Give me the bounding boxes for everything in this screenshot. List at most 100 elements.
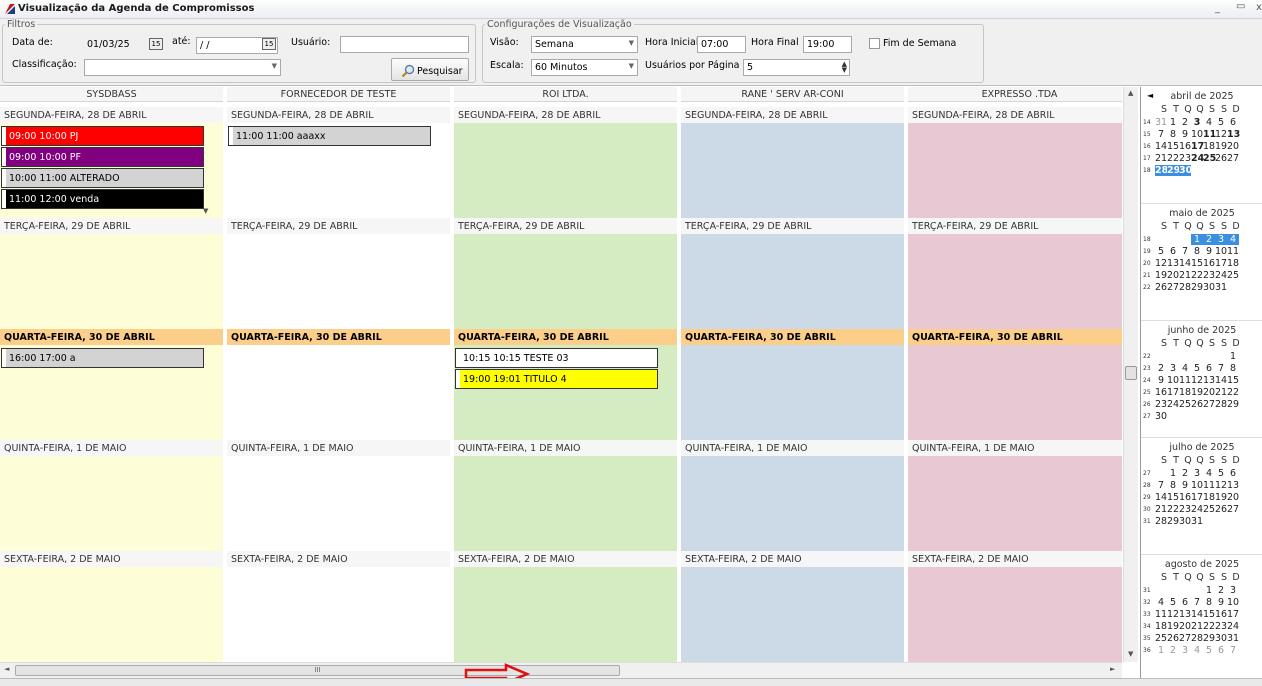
scroll-left-icon[interactable]: ◄ [4,665,9,673]
calendar-day[interactable]: 19 [1215,141,1227,152]
calendar-day[interactable]: 16 [1203,258,1215,269]
calendar-day[interactable]: 5 [1215,117,1227,128]
calendar-day[interactable]: 8 [1191,246,1203,257]
classificacao-select[interactable]: ▼ [84,59,281,76]
calendar-day[interactable]: 20 [1227,492,1239,503]
calendar-day[interactable]: 4 [1155,597,1167,608]
calendar-day[interactable]: 30 [1179,516,1191,527]
calendar-day[interactable]: 29 [1227,399,1239,410]
calendar-day[interactable]: 13 [1227,480,1239,491]
calendar-day[interactable]: 25 [1203,153,1216,164]
calendar-day[interactable]: 19 [1155,270,1167,281]
calendar-day[interactable]: 26 [1215,504,1227,515]
day-cell[interactable] [227,234,450,329]
calendar-day[interactable]: 31 [1191,516,1203,527]
calendar-day[interactable]: 28 [1179,282,1191,293]
calendar-day[interactable]: 7 [1155,129,1167,140]
calendar-day[interactable]: 20 [1227,141,1239,152]
calendar-day[interactable]: 22 [1167,153,1179,164]
calendar-day[interactable]: 3 [1227,585,1239,596]
usuarios-pagina-stepper[interactable]: 5 ▲ ▼ [743,59,850,76]
maximize-button[interactable]: ▭ [1236,1,1245,12]
calendar-day[interactable]: 29 [1167,165,1180,176]
column-header[interactable]: ROI LTDA. [454,87,677,102]
hora-final-input[interactable]: 19:00 [803,36,852,53]
hora-inicial-input[interactable]: 07:00 [697,36,746,53]
calendar-day[interactable]: 20 [1179,621,1191,632]
day-cell[interactable] [0,567,223,662]
calendar-icon[interactable]: 15 [262,38,276,50]
calendar-day[interactable]: 28 [1155,165,1168,176]
calendar-day[interactable]: 28 [1155,516,1167,527]
calendar-day[interactable]: 31 [1155,117,1167,128]
calendar-day[interactable]: 25 [1227,270,1239,281]
calendar-day[interactable]: 26 [1167,633,1179,644]
calendar-day[interactable]: 5 [1203,645,1215,656]
calendar-day[interactable]: 16 [1155,387,1167,398]
calendar-day[interactable]: 14 [1155,141,1167,152]
usuario-input[interactable] [340,36,469,53]
scroll-down-icon[interactable]: ▼ [1128,650,1133,658]
minimize-button[interactable]: _ [1215,3,1220,14]
month-title[interactable]: junho de 2025 [1141,325,1262,336]
day-cell[interactable]: 10:15 10:15 TESTE 03 19:00 19:01 TITULO 4 [454,345,677,440]
calendar-day[interactable]: 24 [1167,399,1179,410]
calendar-day[interactable]: 15 [1227,375,1239,386]
calendar-day[interactable]: 1 [1167,468,1179,479]
calendar-day[interactable]: 30 [1155,411,1167,422]
calendar-day[interactable]: 24 [1227,621,1239,632]
day-cell[interactable] [681,567,904,662]
day-cell[interactable] [908,123,1122,218]
calendar-day[interactable]: 18 [1227,258,1239,269]
calendar-day[interactable]: 20 [1203,387,1215,398]
month-title[interactable]: julho de 2025 [1141,442,1262,453]
calendar-day[interactable]: 14 [1215,375,1227,386]
appointment[interactable]: 16:00 17:00 a [1,348,204,368]
calendar-day[interactable]: 5 [1155,246,1167,257]
calendar-day[interactable]: 15 [1191,258,1203,269]
calendar-day[interactable]: 17 [1191,141,1204,152]
day-cell[interactable] [227,456,450,551]
calendar-day[interactable]: 24 [1191,153,1204,164]
calendar-day[interactable]: 4 [1203,117,1215,128]
calendar-day[interactable]: 7 [1191,597,1203,608]
calendar-day[interactable]: 10 [1191,129,1203,140]
calendar-day[interactable]: 17 [1215,258,1227,269]
calendar-day[interactable]: 16 [1179,141,1191,152]
calendar-day[interactable]: 11 [1227,246,1239,257]
calendar-day[interactable]: 23 [1179,504,1191,515]
calendar-day[interactable]: 4 [1191,645,1203,656]
appointment[interactable]: 09:00 10:00 PJ [1,126,204,146]
calendar-day[interactable]: 3 [1191,117,1203,128]
calendar-day[interactable]: 21 [1179,270,1191,281]
calendar-day[interactable]: 20 [1167,270,1179,281]
calendar-day[interactable]: 9 [1179,480,1191,491]
calendar-day[interactable]: 9 [1203,246,1215,257]
vertical-scrollbar[interactable]: ▲ ▼ [1123,87,1138,662]
calendar-day[interactable]: 30 [1215,633,1227,644]
calendar-day[interactable]: 15 [1167,492,1179,503]
day-cell[interactable] [0,456,223,551]
calendar-day[interactable]: 27 [1227,153,1239,164]
calendar-day[interactable]: 19 [1215,492,1227,503]
calendar-day[interactable]: 10 [1191,480,1203,491]
calendar-day[interactable]: 17 [1227,609,1239,620]
horizontal-scrollbar[interactable]: ◄ III ► [0,662,1122,678]
calendar-day[interactable]: 15 [1203,609,1215,620]
day-cell[interactable]: 16:00 17:00 a [0,345,223,440]
calendar-day[interactable]: 12 [1215,480,1227,491]
day-cell[interactable] [227,567,450,662]
calendar-day[interactable]: 26 [1191,399,1203,410]
calendar-day[interactable]: 27 [1227,504,1239,515]
calendar-day[interactable]: 25 [1155,633,1167,644]
calendar-day[interactable]: 5 [1167,597,1179,608]
agenda-grid[interactable]: SYSDBASS SEGUNDA-FEIRA, 28 DE ABRIL 09:00 … [0,87,1122,662]
calendar-day[interactable]: 6 [1167,246,1179,257]
calendar-day[interactable]: 10 [1215,246,1227,257]
visao-select[interactable]: Semana ▼ [531,36,638,53]
calendar-day[interactable]: 27 [1167,282,1179,293]
calendar-day[interactable]: 27 [1179,633,1191,644]
calendar-day[interactable]: 7 [1155,480,1167,491]
calendar-day[interactable]: 30 [1203,282,1215,293]
calendar-day[interactable]: 22 [1227,387,1239,398]
